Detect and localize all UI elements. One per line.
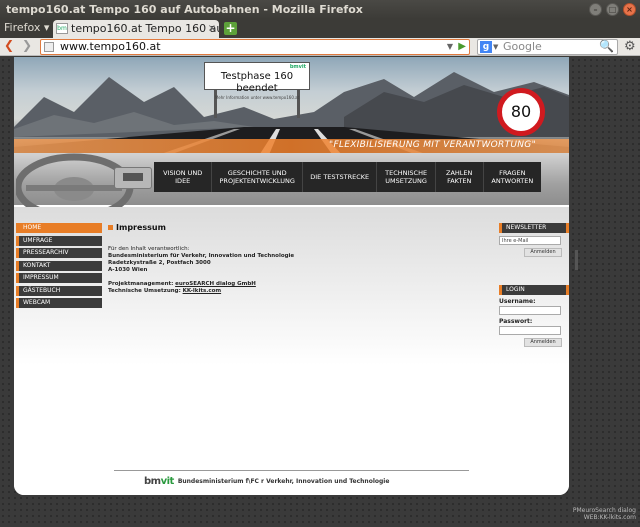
slogan: "FLEXIBILISIERUNG MIT VERANTWORTUNG" [329, 140, 537, 150]
scroll-handle[interactable] [575, 250, 578, 270]
billboard-logo: bmvit [289, 64, 306, 70]
login-submit-button[interactable]: Anmelden [524, 338, 562, 347]
footer-divider [114, 470, 469, 471]
billboard: bmvit Testphase 160 beendet Mehr Informa… [204, 62, 310, 100]
navigation-toolbar: ❮ ❯ www.tempo160.at ▼ ▶ g ▼ Google 🔍 ⚙ [0, 38, 640, 56]
tools-icon[interactable]: ⚙ [624, 39, 636, 54]
tech-label: Technische Umsetzung: [108, 288, 181, 294]
window-titlebar: tempo160.at Tempo 160 auf Autobahnen - M… [0, 0, 640, 19]
username-label: Username: [499, 298, 536, 305]
radio-unit [114, 167, 152, 189]
watermark-line: PMeuroSearch dialog [572, 507, 636, 514]
ministry-name: Bundesministerium für Verkehr, Innovatio… [108, 253, 295, 259]
url-text: www.tempo160.at [60, 40, 161, 53]
nav-fragen-antworten[interactable]: FRAGEN ANTWORTEN [482, 162, 541, 192]
speed-limit-sign: 80 [497, 88, 545, 136]
google-icon[interactable]: g [480, 41, 492, 53]
new-tab-button[interactable]: + [224, 22, 237, 35]
sidebar-item-pressearchiv[interactable]: PRESSEARCHIV [16, 248, 102, 258]
footer: bmvit Bundesministerium f\FC r Verkehr, … [144, 473, 389, 489]
sidebar-item-impressum[interactable]: IMPRESSUM [16, 273, 102, 283]
search-placeholder: Google [503, 40, 542, 53]
maximize-button[interactable]: □ [606, 3, 619, 16]
tech-link[interactable]: KK-lkits.com [183, 288, 222, 294]
pm-label: Projektmanagement: [108, 281, 174, 287]
firefox-menu-button[interactable]: Firefox ▾ [4, 21, 49, 34]
footer-text: Bundesministerium f\FC r Verkehr, Innova… [177, 477, 390, 485]
page-title: Impressum [108, 223, 488, 232]
tab-label: tempo160.at Tempo 160 auf A… [71, 22, 219, 35]
password-field[interactable] [499, 326, 561, 335]
newsletter-email-field[interactable]: Ihre e-Mail [499, 236, 561, 245]
watermark-line: WEB:KK-lkits.com [583, 514, 636, 521]
password-label: Passwort: [499, 318, 533, 325]
logo-bm: bm [144, 475, 161, 487]
sidebar-item-webcam[interactable]: WEBCAM [16, 298, 102, 308]
address-city: A-1030 Wien [108, 267, 148, 273]
window-controls: – □ × [589, 3, 636, 16]
login-heading: LOGIN [499, 285, 569, 295]
favicon-icon: bm [56, 23, 68, 34]
search-input[interactable]: g ▼ Google 🔍 [477, 39, 618, 55]
nav-vision-und-idee[interactable]: VISION UND IDEE [154, 162, 211, 192]
tab-bar: Firefox ▾ bm tempo160.at Tempo 160 auf A… [0, 19, 640, 38]
pm-link[interactable]: euroSEARCH dialog GmbH [175, 281, 256, 287]
main-content: Impressum Für den Inhalt verantwortlich:… [108, 223, 488, 295]
watermark: PMeuroSearch dialog WEB:KK-lkits.com [573, 507, 636, 521]
window-title: tempo160.at Tempo 160 auf Autobahnen - M… [6, 3, 363, 16]
project-management-line: Projektmanagement: euroSEARCH dialog Gmb… [108, 281, 488, 288]
nav-technische-umsetzung[interactable]: TECHNISCHE UMSETZUNG [376, 162, 434, 192]
technical-line: Technische Umsetzung: KK-lkits.com [108, 288, 488, 295]
main-navigation: VISION UND IDEE GESCHICHTE UND PROJEKTEN… [154, 162, 541, 192]
site-identity-icon[interactable] [44, 42, 54, 52]
go-button-icon[interactable]: ▶ [458, 40, 466, 54]
sidebar-item-umfrage[interactable]: UMFRAGE [16, 235, 102, 246]
sidebar-nav: HOME UMFRAGE PRESSEARCHIV KONTAKT IMPRES… [16, 223, 102, 311]
website: bmvit Testphase 160 beendet Mehr Informa… [14, 57, 569, 495]
search-engine-dropdown-icon[interactable]: ▼ [493, 40, 498, 54]
search-icon[interactable]: 🔍 [599, 39, 614, 53]
username-field[interactable] [499, 306, 561, 315]
billboard-subtitle: Mehr Information unter www.tempo160.at [214, 95, 300, 100]
tab-close-icon[interactable]: × [208, 20, 216, 38]
sidebar-item-gaestebuch[interactable]: GÄSTEBUCH [16, 285, 102, 296]
minimize-button[interactable]: – [589, 3, 602, 16]
back-button[interactable]: ❮ [4, 38, 14, 52]
responsible-label: Für den Inhalt verantwortlich: [108, 246, 190, 252]
close-button[interactable]: × [623, 3, 636, 16]
nav-geschichte[interactable]: GESCHICHTE UND PROJEKTENTWICKLUNG [211, 162, 302, 192]
newsletter-heading: NEWSLETTER [499, 223, 569, 233]
url-history-dropdown-icon[interactable]: ▼ [447, 40, 453, 54]
right-sidebar: NEWSLETTER Ihre e-Mail Anmelden LOGIN Us… [499, 223, 569, 347]
newsletter-submit-button[interactable]: Anmelden [524, 248, 562, 257]
bmvit-logo: bmvit [144, 476, 174, 487]
forward-button[interactable]: ❯ [22, 38, 32, 52]
nav-zahlen-fakten[interactable]: ZAHLEN FAKTEN [434, 162, 483, 192]
tab-tempo160[interactable]: bm tempo160.at Tempo 160 auf A… × [53, 20, 219, 38]
logo-vit: vit [160, 475, 175, 487]
url-bar[interactable]: www.tempo160.at ▼ ▶ [40, 39, 470, 55]
nav-die-teststrecke[interactable]: DIE TESTSTRECKE [301, 162, 376, 192]
sidebar-item-home[interactable]: HOME [16, 223, 102, 233]
address-street: Radetzkystraße 2, Postfach 3000 [108, 260, 211, 266]
sidebar-item-kontakt[interactable]: KONTAKT [16, 260, 102, 271]
